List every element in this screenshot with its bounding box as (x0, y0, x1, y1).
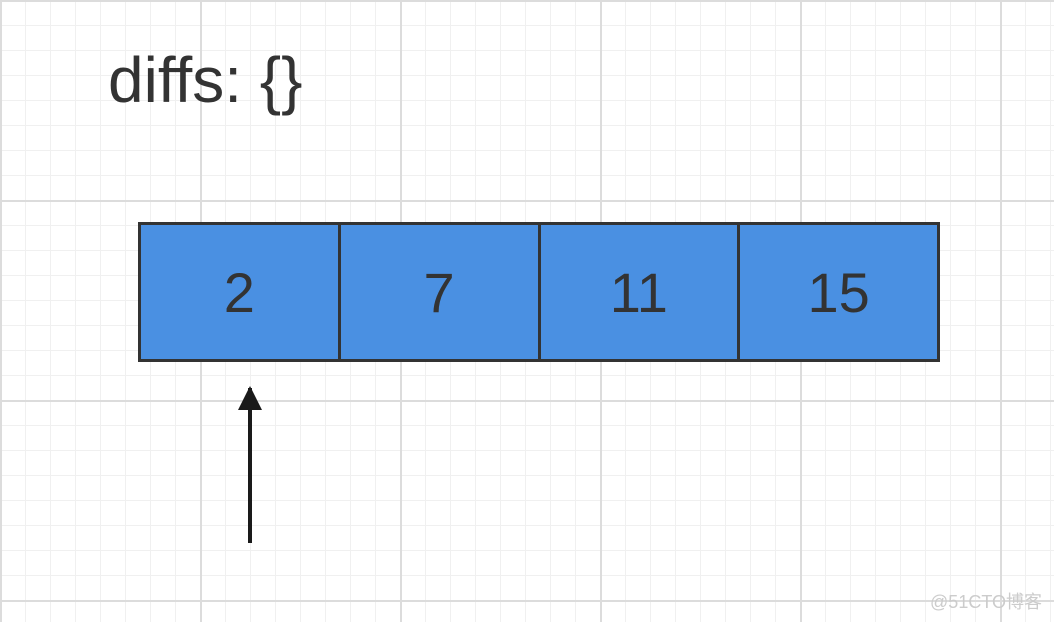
pointer-arrow-icon (248, 388, 252, 543)
array-cell: 7 (338, 222, 538, 362)
diffs-label: diffs: {} (108, 48, 303, 112)
watermark-text: @51CTO博客 (930, 588, 1042, 614)
array-cell: 2 (138, 222, 338, 362)
array-cell: 15 (737, 222, 940, 362)
array-cell: 11 (538, 222, 738, 362)
array-container: 2 7 11 15 (138, 222, 940, 362)
diagram-canvas: diffs: {} 2 7 11 15 @51CTO博客 (0, 0, 1054, 622)
